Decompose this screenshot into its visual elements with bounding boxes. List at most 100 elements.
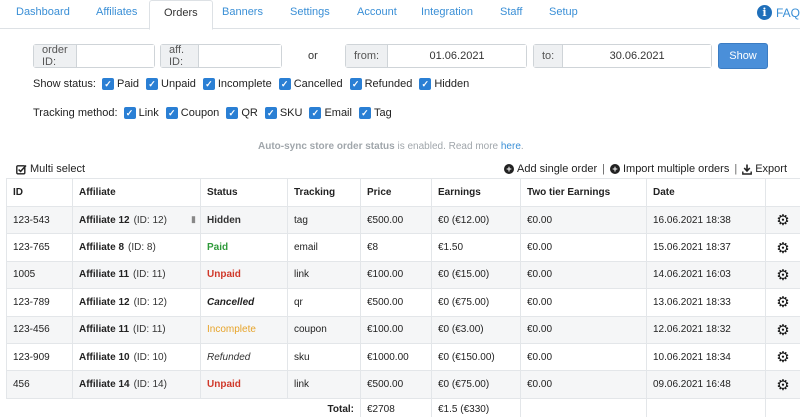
checkbox-checked-icon: ✓ [146,78,159,90]
gear-icon[interactable]: ⚙ [765,315,800,344]
tracking-checkbox-link[interactable]: ✓ Link [123,107,159,119]
tracking-checkbox-tag[interactable]: ✓ Tag [358,107,392,119]
checkbox-checked-icon: ✓ [358,107,371,119]
order-id: 123-909 [6,342,73,372]
affiliate-cell[interactable]: Affiliate 10 (ID: 10) [72,342,201,372]
checkbox-checked-icon: ✓ [165,107,178,119]
col-two-tier-earnings[interactable]: Two tier Earnings [520,178,647,207]
comment-icon[interactable]: ▮ [191,214,196,225]
price-cell: €8 [360,233,432,262]
status-checkbox-paid[interactable]: ✓ Paid [101,78,139,90]
status-checkbox-hidden[interactable]: ✓ Hidden [419,78,469,90]
tracking-checkbox-sku[interactable]: ✓ SKU [264,107,302,119]
export-button[interactable]: Export [742,163,787,175]
order-id-label: order ID: [34,44,77,68]
col-id[interactable]: ID [6,178,73,207]
earnings-cell: €0 (€150.00) [431,342,521,372]
col-actions [765,178,800,207]
affiliate-cell[interactable]: Affiliate 11 (ID: 11) [72,260,201,290]
gear-icon[interactable]: ⚙ [765,342,800,372]
col-affiliate[interactable]: Affiliate [72,178,201,207]
tab-banners[interactable]: Banners [222,6,263,18]
orders-table: ID Affiliate Status Tracking Price Earni… [6,178,800,417]
table-header: ID Affiliate Status Tracking Price Earni… [6,178,800,207]
tab-dashboard[interactable]: Dashboard [16,6,70,18]
status-checkbox-cancelled[interactable]: ✓ Cancelled [278,78,343,90]
tab-orders[interactable]: Orders [149,0,213,30]
status-checkbox-incomplete[interactable]: ✓ Incomplete [202,78,272,90]
total-earnings: €1.5 (€330) [431,397,521,417]
two-tier-earnings-cell: €0.00 [520,205,647,235]
two-tier-earnings-cell: €0.00 [520,233,647,262]
table-row[interactable]: 123-765 Affiliate 8 (ID: 8) Paid email €8… [6,233,800,262]
gear-icon[interactable]: ⚙ [765,288,800,317]
table-row[interactable]: 456 Affiliate 14 (ID: 14) Unpaid link €50… [6,370,800,399]
checkbox-checked-icon: ✓ [349,78,362,90]
status-checkbox-unpaid[interactable]: ✓ Unpaid [146,78,196,90]
checkbox-checked-icon: ✓ [226,107,239,119]
status-cell: Hidden [200,205,288,235]
import-multiple-orders-button[interactable]: + Import multiple orders [609,163,729,175]
earnings-cell: €0 (€12.00) [431,205,521,235]
tracking-cell: email [287,233,361,262]
earnings-cell: €0 (€75.00) [431,370,521,399]
gear-icon[interactable]: ⚙ [765,370,800,399]
table-row[interactable]: 123-543 Affiliate 12 (ID: 12) ▮ Hidden tag… [6,205,800,235]
add-single-order-button[interactable]: + Add single order [504,163,597,175]
tab-setup[interactable]: Setup [549,6,578,18]
check-square-icon [16,164,27,174]
faq-label: FAQ [775,5,800,20]
total-price: €2708 [360,397,432,417]
checkbox-checked-icon: ✓ [309,107,322,119]
order-id: 456 [6,370,73,399]
status-filter-row: Show status: ✓ Paid ✓ Unpaid ✓ Incomplete ✓… [33,78,476,90]
col-tracking[interactable]: Tracking [287,178,361,207]
gear-icon[interactable]: ⚙ [765,205,800,235]
total-label: Total: [287,398,361,417]
gear-icon[interactable]: ⚙ [765,260,800,290]
order-id-input[interactable] [76,45,154,67]
tracking-checkbox-qr[interactable]: ✓ QR [226,107,258,119]
status-cell: Refunded [200,342,288,372]
tab-account[interactable]: Account [357,6,397,18]
plus-circle-icon: + [504,164,514,174]
earnings-cell: €1.50 [431,233,521,262]
col-status[interactable]: Status [200,178,288,207]
tab-integration[interactable]: Integration [421,6,473,18]
tracking-cell: tag [287,205,361,235]
aff-id-input[interactable] [198,45,281,67]
read-more-link[interactable]: here [501,141,521,152]
status-checkbox-refunded[interactable]: ✓ Refunded [349,78,412,90]
date-cell: 13.06.2021 18:33 [646,288,766,317]
tab-settings[interactable]: Settings [290,6,330,18]
multi-select-toggle[interactable]: Multi select [16,163,85,175]
table-row[interactable]: 123-789 Affiliate 12 (ID: 12) Cancelled q… [6,288,800,317]
table-row[interactable]: 1005 Affiliate 11 (ID: 11) Unpaid link €1… [6,260,800,290]
affiliate-cell[interactable]: Affiliate 8 (ID: 8) [72,233,201,262]
from-date-input[interactable] [388,45,526,67]
table-row[interactable]: 123-456 Affiliate 11 (ID: 11) Incomplete … [6,315,800,344]
date-to-filter: to: [533,44,712,68]
tracking-cell: link [287,260,361,290]
date-cell: 12.06.2021 18:32 [646,315,766,344]
price-cell: €500.00 [360,288,432,317]
faq-link[interactable]: i FAQ [756,5,800,20]
affiliate-cell[interactable]: Affiliate 12 (ID: 12) [72,288,201,317]
table-footer: Total: €2708 €1.5 (€330) [6,397,800,417]
col-earnings[interactable]: Earnings [431,178,521,207]
tracking-cell: qr [287,288,361,317]
table-row[interactable]: 123-909 Affiliate 10 (ID: 10) Refunded sk… [6,342,800,372]
col-price[interactable]: Price [360,178,432,207]
tab-affiliates[interactable]: Affiliates [96,6,137,18]
download-icon [742,164,753,175]
affiliate-cell[interactable]: Affiliate 11 (ID: 11) [72,315,201,344]
to-date-input[interactable] [563,45,711,67]
affiliate-cell[interactable]: Affiliate 14 (ID: 14) [72,370,201,399]
tab-staff[interactable]: Staff [500,6,522,18]
col-date[interactable]: Date [646,178,766,207]
tracking-checkbox-coupon[interactable]: ✓ Coupon [165,107,219,119]
show-button[interactable]: Show [718,43,768,69]
affiliate-cell[interactable]: Affiliate 12 (ID: 12) ▮ [72,205,201,235]
gear-icon[interactable]: ⚙ [765,233,800,262]
tracking-checkbox-email[interactable]: ✓ Email [309,107,352,119]
